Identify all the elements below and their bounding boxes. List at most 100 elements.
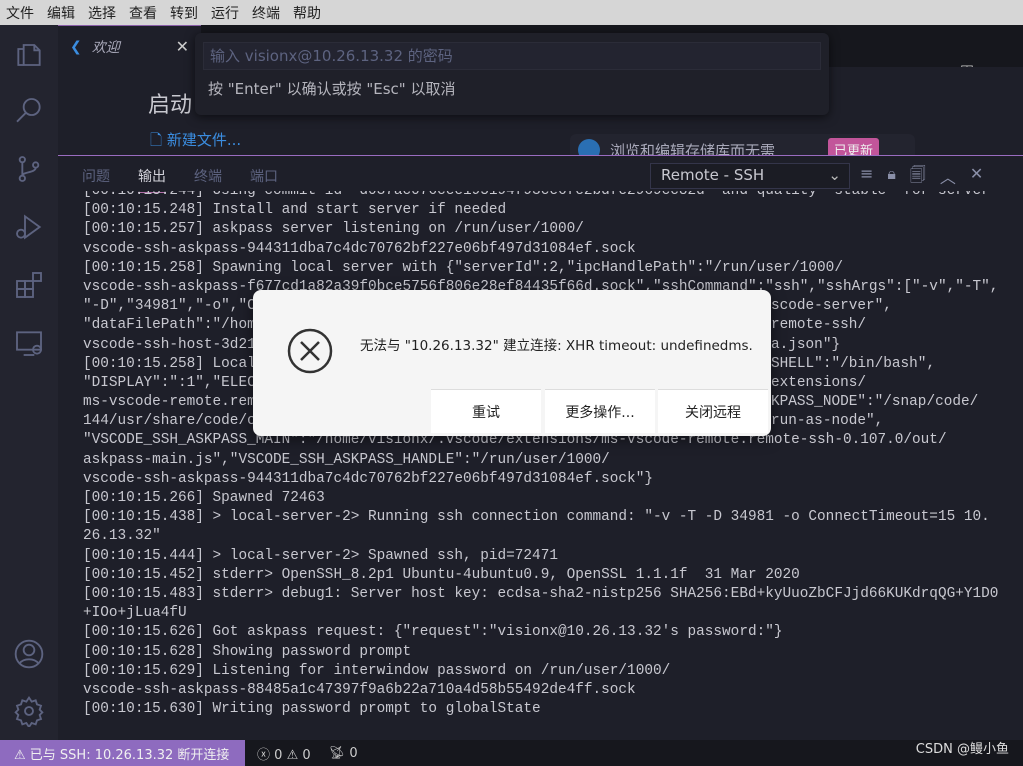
new-file-icon: 🗋 [150, 131, 167, 149]
warning-icon: ⚠ [286, 747, 299, 763]
log-line: [00:10:15.257] askpass server listening … [83, 220, 998, 239]
status-bar: ⚠ 已与 SSH: 10.26.13.32 断开连接 ⓧ 0 ⚠ 0 📡︎ 0 … [0, 740, 1023, 766]
log-text: [00:10:15.483] stderr> debug1: Server ho… [83, 585, 999, 602]
explorer-icon[interactable] [13, 37, 45, 69]
log-line: 26.13.32" [83, 527, 998, 546]
password-input[interactable] [203, 42, 821, 70]
log-text-tail: run-as-node", [771, 413, 884, 430]
tab-terminal[interactable]: 终端 [194, 166, 222, 193]
log-line: [00:10:15.244] Using commit id "d037ac07… [83, 191, 998, 201]
tab-ports[interactable]: 端口 [250, 166, 278, 193]
menu-run[interactable]: 运行 [211, 3, 239, 23]
log-text: [00:10:15.626] Got askpass request: {"re… [83, 624, 783, 641]
vscode-logo-icon: ❮ [70, 38, 82, 55]
log-text: [00:10:15.258] Local [83, 355, 256, 372]
remote-indicator[interactable]: ⚠ 已与 SSH: 10.26.13.32 断开连接 [0, 740, 245, 766]
log-text: [00:10:15.630] Writing password prompt t… [83, 701, 541, 718]
close-icon[interactable]: ✕ [176, 37, 189, 56]
log-text: 26.13.32" [83, 528, 161, 545]
quick-input-hint: 按 "Enter" 以确认或按 "Esc" 以取消 [208, 80, 456, 98]
chevron-down-icon: ⌄ [828, 166, 841, 184]
run-debug-icon[interactable] [13, 211, 45, 243]
watermark: CSDN @鳗小鱼 [915, 742, 1009, 757]
dialog-message: 无法与 "10.26.13.32" 建立连接: XHR timeout: und… [360, 338, 753, 354]
log-text: [00:10:15.266] Spawned 72463 [83, 490, 325, 506]
new-file-link[interactable]: 🗋 新建文件... [150, 129, 241, 155]
walkthrough-icon [578, 139, 600, 155]
more-actions-button[interactable]: 更多操作... [545, 389, 655, 433]
log-text: [00:10:15.452] stderr> OpenSSH_8.2p1 Ubu… [83, 566, 800, 583]
updated-badge: 已更新 [828, 138, 880, 155]
log-text-tail: remote-ssh/ [771, 317, 866, 334]
log-text: [00:10:15.244] Using commit id "d037ac07… [83, 191, 990, 199]
log-line: vscode-ssh-askpass-88485a1c47397f9a6b22a… [83, 681, 998, 700]
output-log[interactable]: [00:10:15.244] Using commit id "d037ac07… [83, 191, 1023, 741]
log-text: [00:10:15.628] Showing password prompt [83, 643, 412, 660]
menu-edit[interactable]: 编辑 [47, 3, 75, 23]
error-icon: ⓧ [257, 747, 271, 763]
log-text-tail: KPASS_NODE":"/snap/code/ [771, 394, 979, 411]
tab-output[interactable]: 输出 [138, 166, 166, 193]
password-quick-input: 按 "Enter" 以确认或按 "Esc" 以取消 [195, 33, 829, 115]
maximize-panel-icon[interactable]: ︿ [940, 164, 956, 191]
error-circle-icon [287, 328, 333, 374]
welcome-start-heading: 启动 [148, 93, 193, 118]
account-icon[interactable] [13, 638, 45, 670]
tab-problems[interactable]: 问题 [82, 166, 110, 193]
gear-icon[interactable] [13, 695, 45, 729]
log-text-tail: a.json"} [771, 336, 841, 353]
output-channel-select[interactable]: Remote - SSH ⌄ [650, 163, 850, 189]
menu-terminal[interactable]: 终端 [252, 3, 280, 23]
source-control-icon[interactable] [13, 153, 45, 185]
menu-selection[interactable]: 选择 [88, 3, 116, 23]
walkthrough-card[interactable]: 浏览和编辑存储库而无需 已更新 [570, 134, 915, 155]
log-line: [00:10:15.626] Got askpass request: {"re… [83, 623, 998, 642]
close-remote-button[interactable]: 关闭远程 [658, 389, 768, 433]
menu-file[interactable]: 文件 [6, 3, 34, 23]
open-log-icon[interactable]: 🗐 [910, 164, 926, 191]
log-line: [00:10:15.629] Listening for interwindow… [83, 662, 998, 681]
tab-welcome[interactable]: ❮ 欢迎 ✕ [58, 25, 201, 67]
log-text: [00:10:15.438] > local-server-2> Running… [83, 509, 990, 526]
clear-output-icon[interactable]: ≡ [860, 164, 873, 191]
log-text: 144/usr/share/code/c [83, 413, 256, 430]
log-text: [00:10:15.444] > local-server-2> Spawned… [83, 547, 558, 564]
connection-error-dialog: 无法与 "10.26.13.32" 建立连接: XHR timeout: und… [253, 290, 771, 436]
log-line: [00:10:15.628] Showing password prompt [83, 643, 998, 662]
log-text: [00:10:15.248] Install and start server … [83, 202, 507, 219]
log-text: askpass-main.js","VSCODE_SSH_ASKPASS_HAN… [83, 451, 610, 468]
log-text: "-D","34981","-o","C [83, 298, 256, 315]
broadcast-icon: 📡︎ [328, 745, 346, 761]
menu-help[interactable]: 帮助 [293, 3, 321, 23]
menu-view[interactable]: 查看 [129, 3, 157, 23]
log-text: [00:10:15.629] Listening for interwindow… [83, 662, 671, 679]
log-line: [00:10:15.438] > local-server-2> Running… [83, 508, 998, 527]
extensions-icon[interactable] [13, 269, 45, 301]
retry-button[interactable]: 重试 [431, 389, 541, 433]
menu-go[interactable]: 转到 [170, 3, 198, 23]
log-line: [00:10:15.258] Spawning local server wit… [83, 259, 998, 278]
log-text: vscode-ssh-askpass-88485a1c47397f9a6b22a… [83, 681, 636, 698]
problems-indicator[interactable]: ⓧ 0 ⚠ 0 [257, 744, 311, 763]
log-text: vscode-ssh-askpass-944311dba7c4dc70762bf… [83, 470, 653, 487]
log-text: ms-vscode-remote.rem [83, 394, 256, 411]
log-text: [00:10:15.257] askpass server listening … [83, 221, 584, 238]
search-icon[interactable] [13, 95, 45, 127]
log-text: vscode-ssh-host-3d21 [83, 336, 256, 353]
log-line: [00:10:15.266] Spawned 72463 [83, 489, 998, 508]
log-line: [00:10:15.444] > local-server-2> Spawned… [83, 547, 998, 566]
log-text: +IOo+jLua4fU [83, 605, 187, 622]
log-text: "dataFilePath":"/hom [83, 317, 256, 334]
activity-bar [0, 25, 58, 740]
tab-label: 欢迎 [91, 39, 120, 56]
lock-scroll-icon[interactable]: 🔒︎ [887, 164, 896, 191]
log-line: [00:10:15.483] stderr> debug1: Server ho… [83, 585, 998, 604]
log-line: [00:10:15.452] stderr> OpenSSH_8.2p1 Ubu… [83, 566, 998, 585]
log-line: askpass-main.js","VSCODE_SSH_ASKPASS_HAN… [83, 451, 998, 470]
log-line: +IOo+jLua4fU [83, 604, 998, 623]
close-panel-icon[interactable]: ✕ [970, 164, 983, 191]
log-line: vscode-ssh-askpass-944311dba7c4dc70762bf… [83, 470, 998, 489]
log-text-tail: SHELL":"/bin/bash", [771, 355, 936, 372]
remote-explorer-icon[interactable] [13, 327, 45, 359]
ports-indicator[interactable]: 📡︎ 0 [329, 746, 358, 761]
